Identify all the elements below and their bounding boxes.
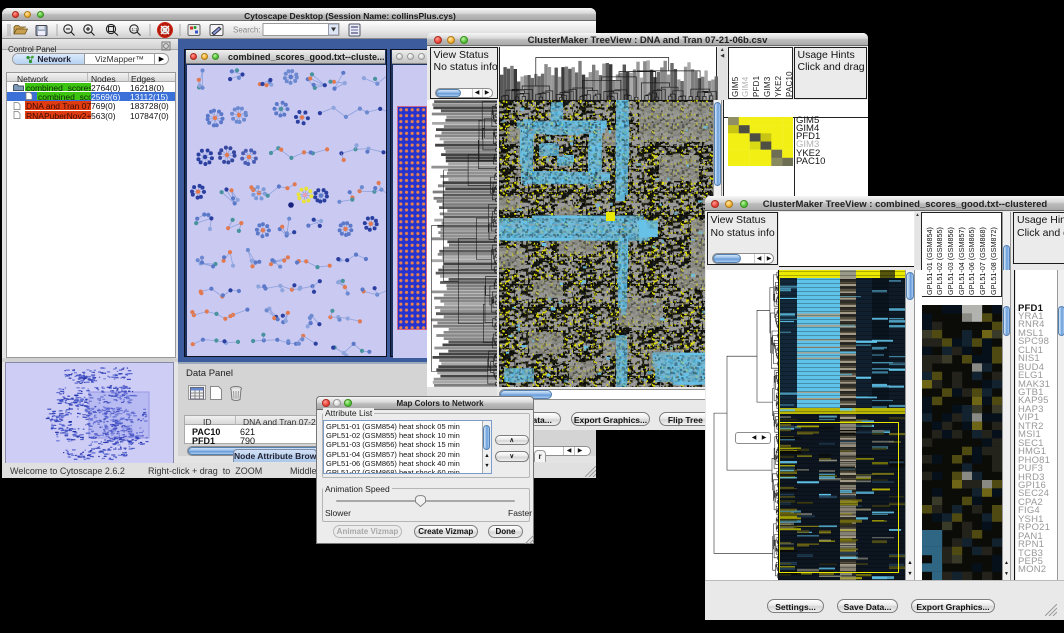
svg-text:Search:: Search: (233, 26, 261, 35)
svg-text:1:1: 1:1 (132, 27, 139, 32)
